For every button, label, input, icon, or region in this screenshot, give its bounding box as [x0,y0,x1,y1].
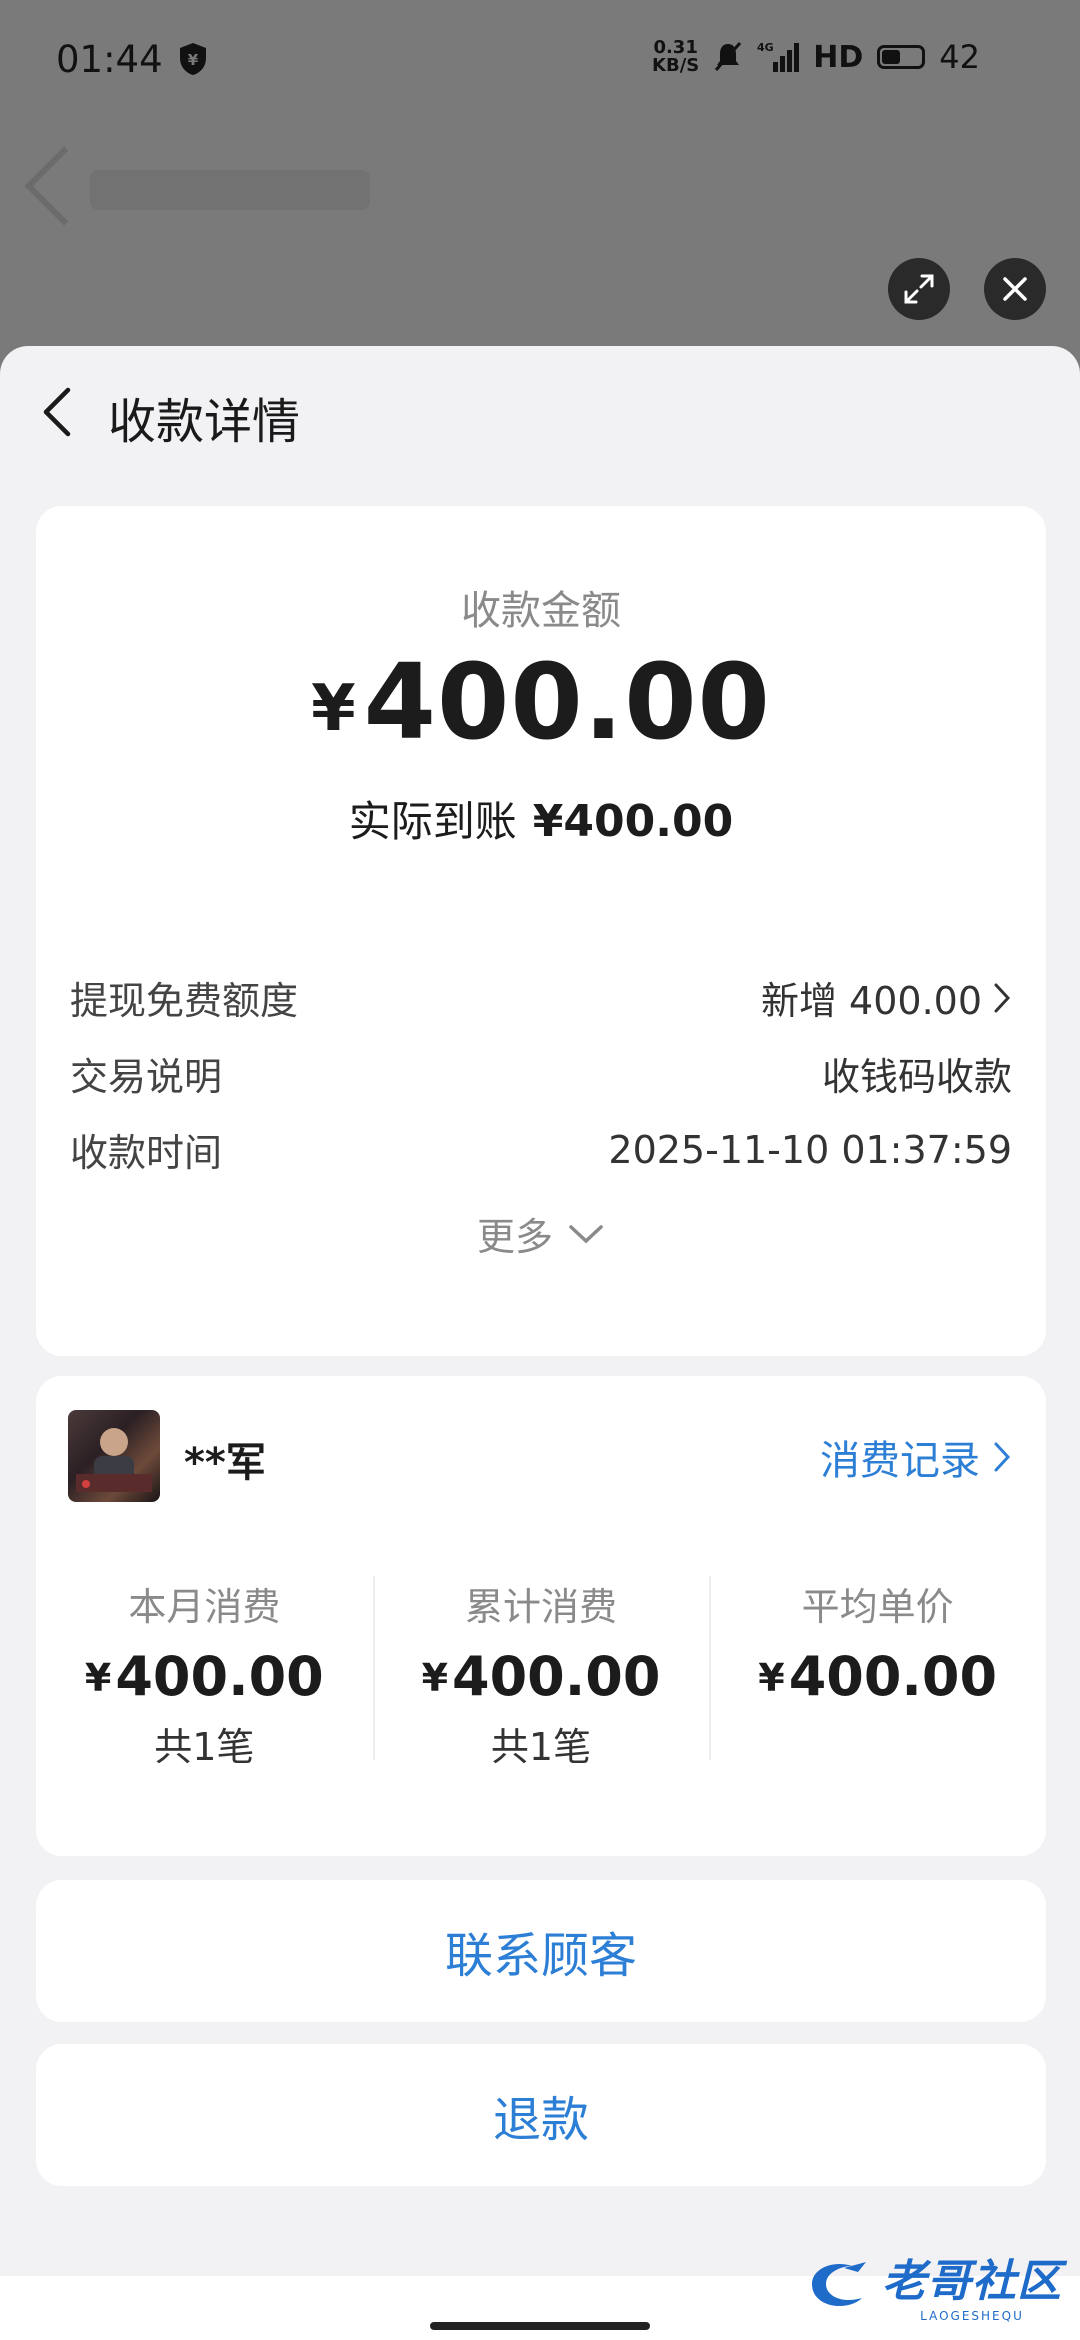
info-value-wrap: 新增 400.00 [761,970,1012,1025]
amount-value: 400.00 [363,641,771,763]
battery-level: 42 [939,38,980,76]
network-type: 4G [757,41,774,54]
avatar [68,1410,160,1502]
amount-currency: ¥ [311,672,356,746]
info-value: 新增 400.00 [760,979,982,1023]
info-value: 2025-11-10 01:37:59 [608,1127,1012,1172]
records-label: 消费记录 [820,1438,980,1484]
actual-label: 实际到账 [348,797,517,846]
network-speed: 0.31 KB/S [652,39,699,75]
stat-count: 共1笔 [490,1725,592,1769]
background-title [90,170,370,210]
info-value: 收钱码收款 [821,1055,1012,1099]
stat-average: 平均单价 ¥400.00 [709,1576,1046,1776]
watermark-sub: LAOGESHEQU [920,2309,1024,2323]
more-toggle[interactable]: 更多 [36,1206,1046,1261]
back-icon[interactable] [36,384,86,440]
mute-bell-icon [715,42,742,71]
avatar-photo [76,1428,152,1492]
chevron-right-icon [994,983,1011,1012]
amount-display: ¥400.00 [36,641,1046,763]
stat-amount: ¥400.00 [709,1645,1046,1708]
close-button[interactable] [984,258,1046,320]
stat-currency: ¥ [758,1656,785,1700]
status-bar: 01:44 ¥ 0.31 KB/S 4G HD 42 [0,0,1080,120]
customer-name: **军 [184,1440,266,1486]
info-label: 提现免费额度 [70,979,299,1023]
stat-value: 400.00 [452,1645,661,1708]
refund-button[interactable]: 退款 [36,2044,1046,2186]
payment-detail-sheet: 收款详情 收款金额 ¥400.00 实际到账 ¥400.00 提现免费额度 新增 … [0,346,1080,2340]
expand-button[interactable] [888,258,950,320]
signal-icon: 4G [757,41,800,72]
stat-currency: ¥ [84,1656,112,1700]
more-label: 更多 [476,1215,553,1259]
home-indicator[interactable] [430,2322,650,2330]
stat-label: 累计消费 [465,1585,618,1629]
actual-received: 实际到账 ¥400.00 [36,788,1046,849]
contact-label: 联系顾客 [444,1928,637,1984]
transaction-note-row: 交易说明 收钱码收款 [70,1046,1012,1101]
battery-icon [877,45,926,69]
contact-customer-button[interactable]: 联系顾客 [36,1880,1046,2022]
consumption-records-link[interactable]: 消费记录 [820,1428,1012,1486]
actual-amount: ¥400.00 [532,796,734,847]
dragon-logo-icon [812,2262,866,2307]
refund-label: 退款 [492,2092,589,2148]
speed-unit: KB/S [652,55,700,76]
svg-text:¥: ¥ [188,51,199,69]
stat-amount: ¥400.00 [373,1645,710,1708]
close-icon [1003,277,1027,301]
header: 收款详情 [0,346,1080,476]
stat-label: 本月消费 [128,1585,281,1629]
status-icons: 0.31 KB/S 4G HD 42 [652,38,980,76]
stat-label: 平均单价 [801,1585,954,1629]
stat-value: 400.00 [788,1645,998,1708]
chevron-right-icon [994,1442,1011,1472]
stat-currency: ¥ [421,1656,449,1700]
page-title: 收款详情 [108,394,301,450]
stat-monthly: 本月消费 ¥400.00 共1笔 [36,1576,373,1776]
info-label: 收款时间 [70,1131,223,1175]
status-time: 01:44 [56,38,163,81]
consumption-stats: 本月消费 ¥400.00 共1笔 累计消费 ¥400.00 共1笔 平均单价 ¥… [36,1576,1046,1776]
amount-label: 收款金额 [461,588,621,634]
amount-card: 收款金额 ¥400.00 实际到账 ¥400.00 提现免费额度 新增 400.0… [36,506,1046,1356]
shield-icon: ¥ [180,43,206,75]
info-label: 交易说明 [70,1055,223,1099]
stat-amount: ¥400.00 [36,1645,373,1708]
stat-total: 累计消费 ¥400.00 共1笔 [372,1576,710,1776]
payment-time-row: 收款时间 2025-11-10 01:37:59 [70,1122,1012,1177]
customer-card: **军 消费记录 本月消费 ¥400.00 共1笔 累计消费 ¥400.00 共… [36,1376,1046,1856]
watermark-text: 老哥社区 [882,2256,1062,2307]
stat-count: 共1笔 [154,1725,255,1769]
chevron-down-icon [569,1224,603,1243]
expand-icon [904,274,934,304]
hd-indicator: HD [813,39,864,75]
watermark-text-group: 老哥社区 LAOGESHEQU [882,2245,1062,2323]
watermark: 老哥社区 LAOGESHEQU [804,2245,1062,2323]
stat-value: 400.00 [115,1645,324,1708]
free-quota-row[interactable]: 提现免费额度 新增 400.00 [70,970,1012,1025]
